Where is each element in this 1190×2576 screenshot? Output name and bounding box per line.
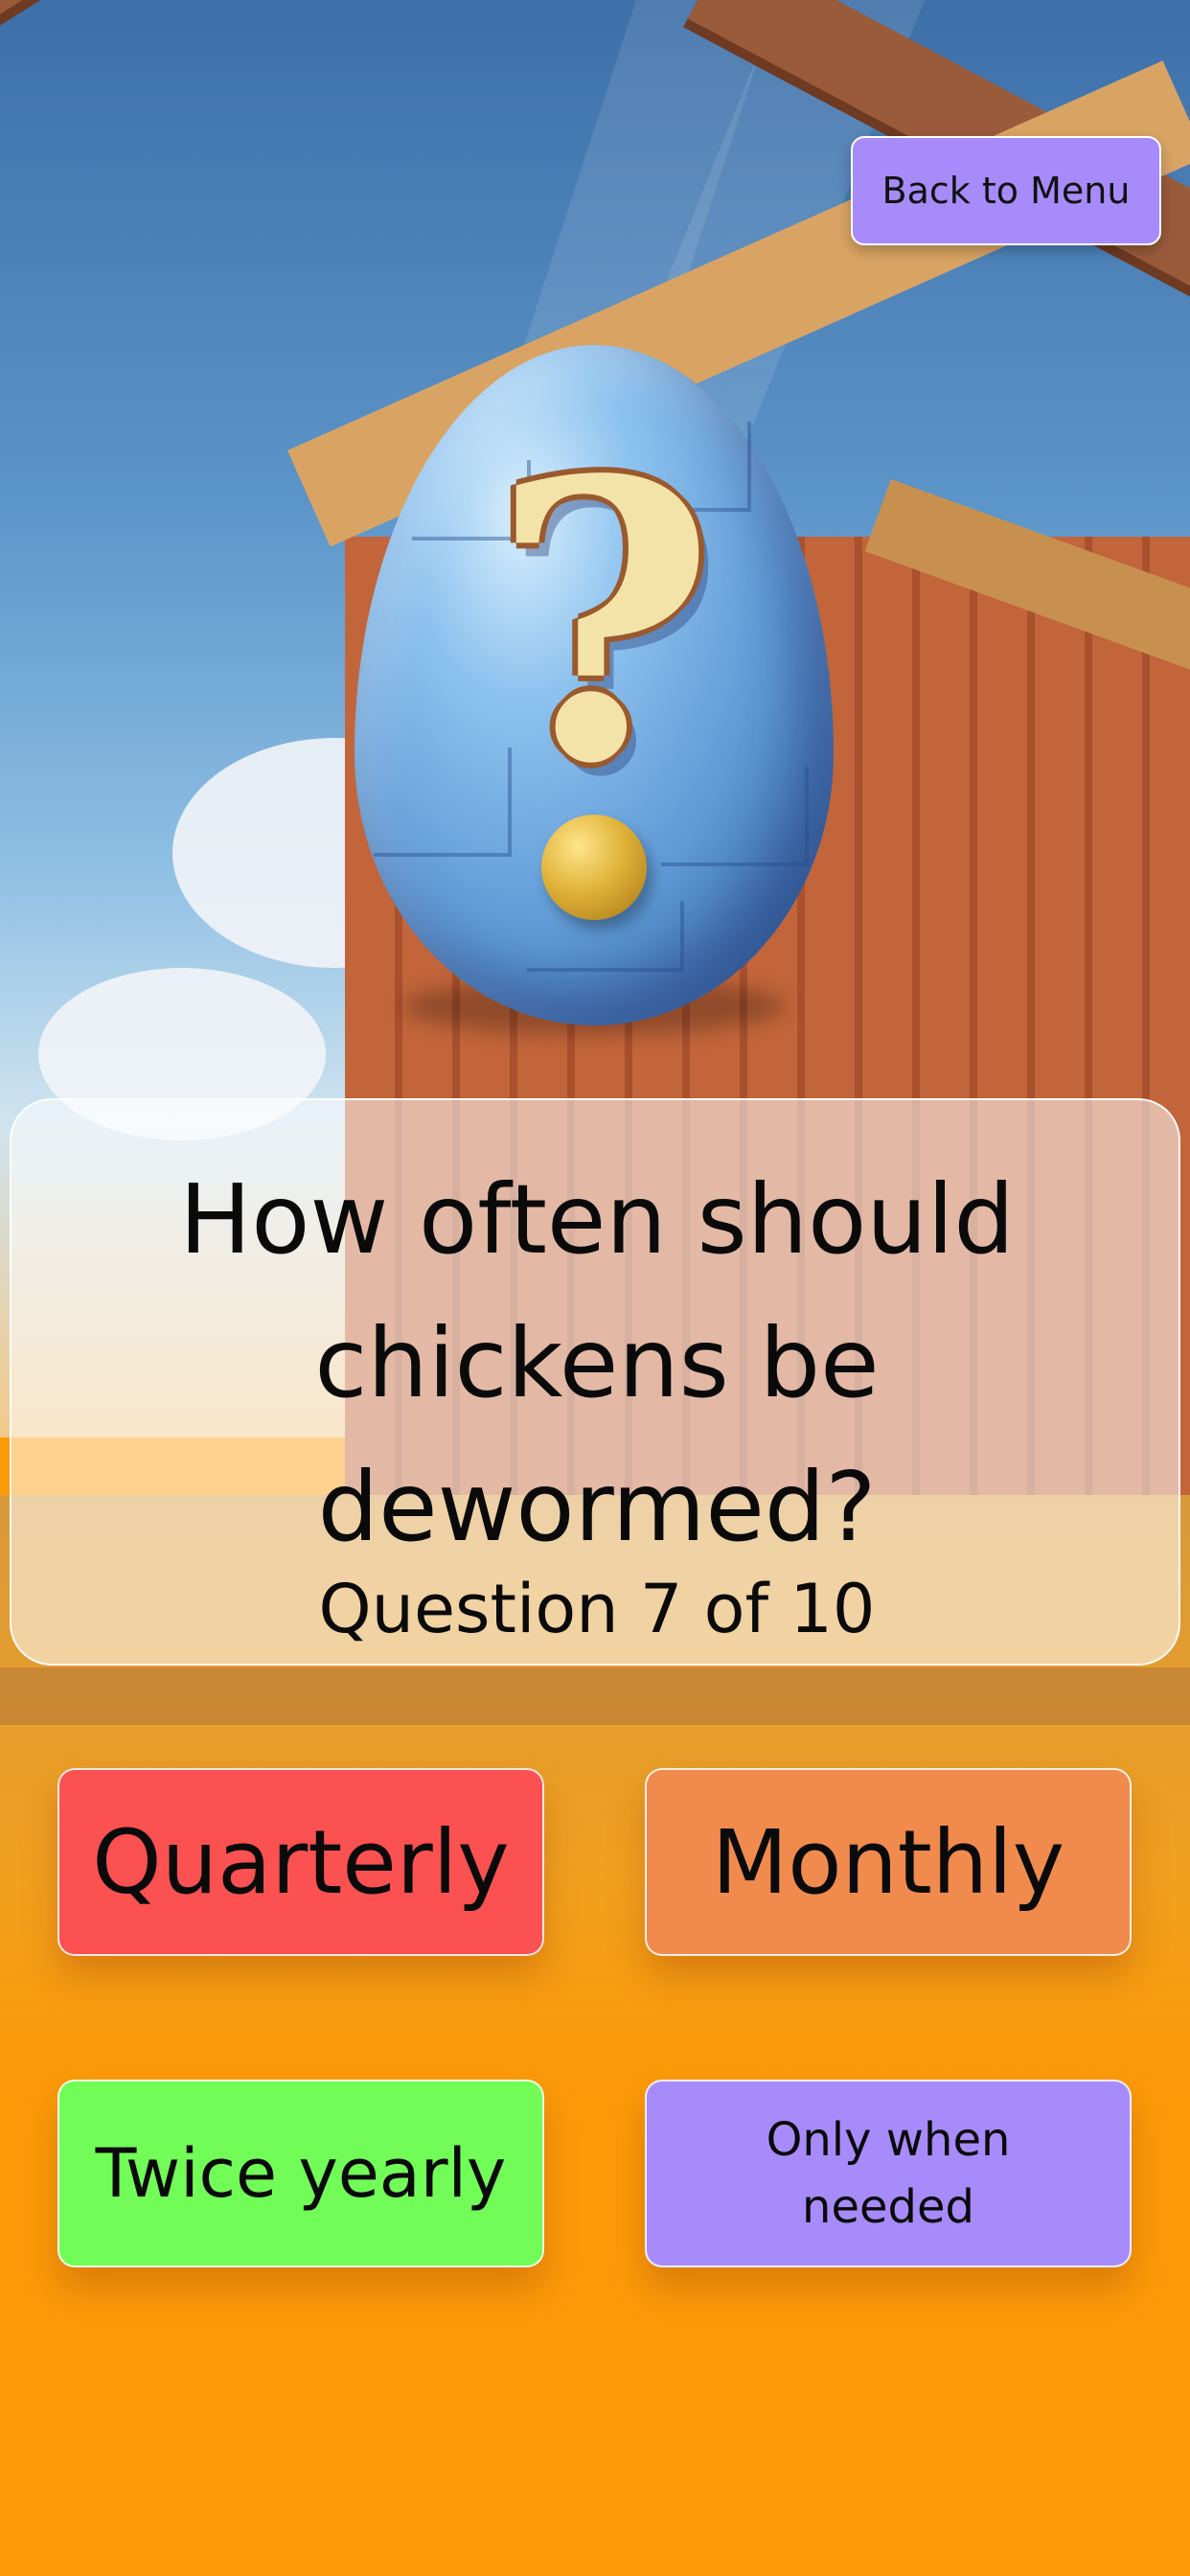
question-mark-icon: ? [491, 398, 717, 848]
question-mark-dot [541, 815, 647, 920]
answer-quarterly-button[interactable]: Quarterly [57, 1768, 544, 1956]
fence [0, 1668, 1190, 1725]
answer-twice-yearly-button[interactable]: Twice yearly [57, 2080, 544, 2267]
question-panel: How often should chickens be dewormed? Q… [10, 1098, 1180, 1666]
question-egg-icon: ? [345, 345, 843, 1035]
question-text: How often should chickens be dewormed? [179, 1163, 1015, 1563]
answer-monthly-button[interactable]: Monthly [645, 1768, 1132, 1956]
answer-only-when-needed-button[interactable]: Only when needed [645, 2080, 1132, 2267]
back-to-menu-button[interactable]: Back to Menu [851, 136, 1161, 245]
question-progress: Question 7 of 10 [318, 1570, 876, 1648]
